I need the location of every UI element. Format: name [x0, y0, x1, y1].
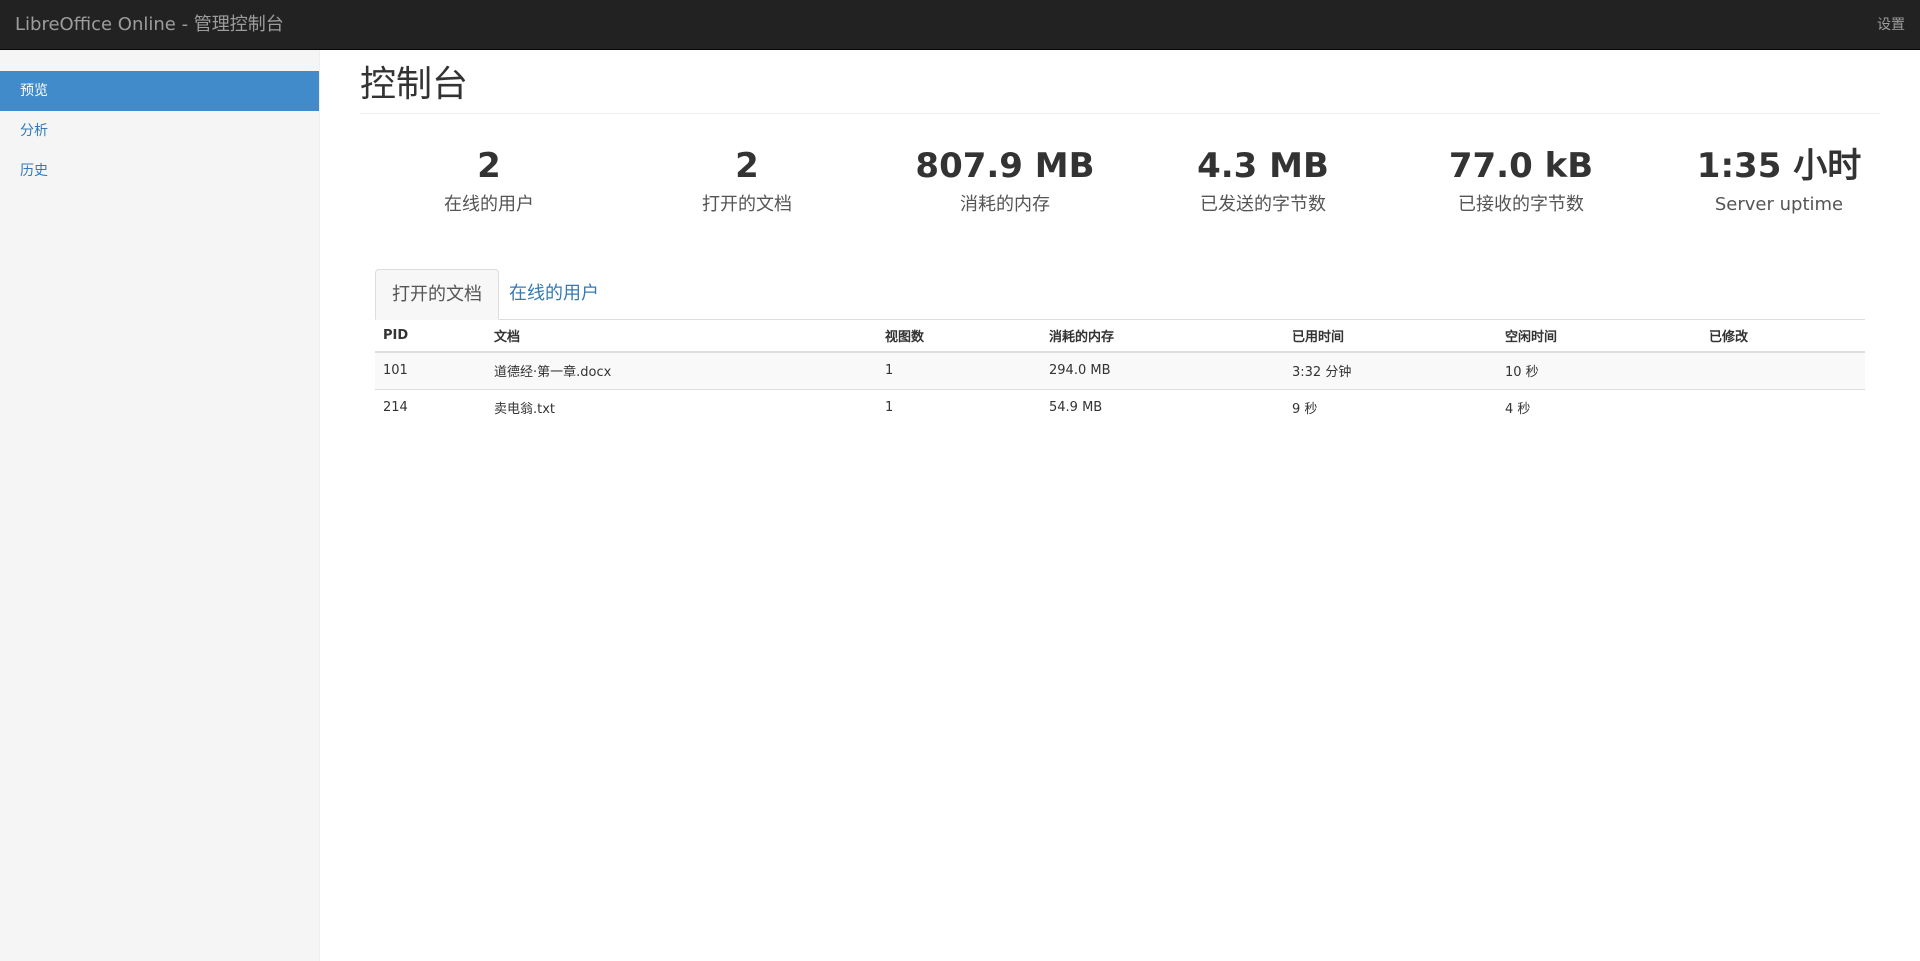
cell-memory: 54.9 MB — [1041, 388, 1284, 426]
sidebar-item-overview[interactable]: 预览 — [0, 71, 319, 111]
settings-link[interactable]: 设置 — [1877, 0, 1905, 50]
documents-table: PID 文档 视图数 消耗的内存 已用时间 空闲时间 已修改 101 道德经·第… — [375, 320, 1865, 426]
table-header-row: PID 文档 视图数 消耗的内存 已用时间 空闲时间 已修改 — [375, 320, 1865, 353]
tab-bar: 打开的文档 在线的用户 — [375, 269, 1865, 320]
column-header-elapsed-time[interactable]: 已用时间 — [1284, 320, 1497, 353]
cell-elapsed-time: 9 秒 — [1284, 388, 1497, 426]
stat-label: 已接收的字节数 — [1458, 194, 1584, 215]
top-navbar: LibreOffice Online - 管理控制台 设置 — [0, 0, 1920, 50]
stat-label: 消耗的内存 — [960, 194, 1050, 215]
stat-online-users: 2 在线的用户 — [360, 144, 618, 220]
cell-views: 1 — [877, 351, 1041, 389]
stat-value: 4.3 MB — [1197, 146, 1329, 186]
main-content: 控制台 2 在线的用户 2 打开的文档 807.9 MB 消耗的内存 4.3 M… — [320, 50, 1920, 961]
cell-modified — [1701, 351, 1865, 389]
sidebar: 预览 分析 历史 — [0, 50, 320, 961]
cell-document: 卖电翁.txt — [486, 388, 877, 426]
cell-idle-time: 4 秒 — [1497, 388, 1701, 426]
stat-memory-consumed: 807.9 MB 消耗的内存 — [876, 144, 1134, 220]
stat-value: 807.9 MB — [915, 146, 1095, 186]
stat-value: 77.0 kB — [1448, 146, 1594, 186]
cell-memory: 294.0 MB — [1041, 351, 1284, 389]
page-title: 控制台 — [360, 64, 1880, 115]
stat-label: 已发送的字节数 — [1200, 194, 1326, 215]
tab-online-users[interactable]: 在线的用户 — [493, 269, 615, 320]
cell-pid: 214 — [375, 388, 486, 426]
stat-open-documents: 2 打开的文档 — [618, 144, 876, 220]
stat-value: 2 — [735, 146, 759, 186]
sidebar-item-analytics[interactable]: 分析 — [0, 111, 319, 151]
column-header-memory[interactable]: 消耗的内存 — [1041, 320, 1284, 353]
stat-server-uptime: 1:35 小时 Server uptime — [1650, 144, 1908, 220]
stat-label: 打开的文档 — [702, 194, 792, 215]
stat-bytes-received: 77.0 kB 已接收的字节数 — [1392, 144, 1650, 220]
column-header-modified[interactable]: 已修改 — [1701, 320, 1865, 353]
column-header-idle-time[interactable]: 空闲时间 — [1497, 320, 1701, 353]
app-brand[interactable]: LibreOffice Online - 管理控制台 — [15, 0, 284, 50]
column-header-pid[interactable]: PID — [375, 320, 486, 353]
cell-idle-time: 10 秒 — [1497, 351, 1701, 389]
stat-label: Server uptime — [1714, 194, 1844, 215]
sidebar-item-history[interactable]: 历史 — [0, 151, 319, 191]
cell-elapsed-time: 3:32 分钟 — [1284, 351, 1497, 389]
stat-bytes-sent: 4.3 MB 已发送的字节数 — [1134, 144, 1392, 220]
column-header-document[interactable]: 文档 — [486, 320, 877, 353]
table-row[interactable]: 214 卖电翁.txt 1 54.9 MB 9 秒 4 秒 — [375, 388, 1865, 426]
tab-open-documents[interactable]: 打开的文档 — [375, 269, 499, 320]
cell-modified — [1701, 388, 1865, 426]
stats-row: 2 在线的用户 2 打开的文档 807.9 MB 消耗的内存 4.3 MB 已发… — [360, 144, 1908, 234]
column-header-views[interactable]: 视图数 — [877, 320, 1041, 353]
cell-document: 道德经·第一章.docx — [486, 351, 877, 389]
stat-label: 在线的用户 — [444, 194, 534, 215]
stat-value: 1:35 小时 — [1696, 146, 1862, 186]
cell-views: 1 — [877, 388, 1041, 426]
table-row[interactable]: 101 道德经·第一章.docx 1 294.0 MB 3:32 分钟 10 秒 — [375, 351, 1865, 389]
cell-pid: 101 — [375, 351, 486, 389]
stat-value: 2 — [477, 146, 501, 186]
